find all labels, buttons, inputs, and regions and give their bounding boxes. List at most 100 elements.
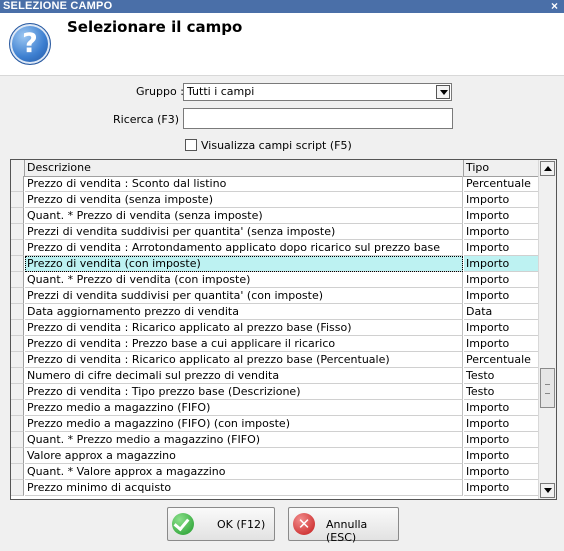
column-divider[interactable] [463, 160, 464, 176]
script-fields-label[interactable]: Visualizza campi script (F5) [201, 139, 352, 152]
cancel-button-label: Annulla (ESC) [326, 518, 368, 544]
cell-type[interactable]: Importo [464, 272, 538, 288]
row-indicator[interactable] [11, 208, 24, 224]
vertical-scrollbar[interactable] [538, 160, 556, 499]
fields-grid[interactable]: Descrizione Tipo Prezzo di vendita : Sco… [10, 159, 557, 500]
cell-description[interactable]: Valore approx a magazzino [25, 448, 463, 464]
table-row[interactable]: Prezzo di vendita : Ricarico applicato a… [11, 320, 538, 336]
row-indicator[interactable] [11, 464, 24, 480]
cancel-x-icon: ✕ [293, 513, 315, 535]
cell-type[interactable]: Importo [464, 288, 538, 304]
cell-description[interactable]: Prezzo di vendita : Ricarico applicato a… [25, 320, 463, 336]
table-row[interactable]: Prezzo di vendita : Arrotondamento appli… [11, 240, 538, 256]
search-input[interactable] [183, 108, 453, 129]
column-header-description[interactable]: Descrizione [27, 161, 91, 174]
table-row[interactable]: Quant. * Valore approx a magazzino Import… [11, 464, 538, 480]
cell-description[interactable]: Quant. * Valore approx a magazzino [25, 464, 463, 480]
row-indicator[interactable] [11, 176, 24, 192]
table-row[interactable]: Prezzo di vendita : Sconto dal listino Pe… [11, 176, 538, 192]
cell-type[interactable]: Testo [464, 384, 538, 400]
row-indicator[interactable] [11, 400, 24, 416]
table-row[interactable]: Quant. * Prezzo di vendita (con imposte)… [11, 272, 538, 288]
close-icon[interactable]: × [551, 0, 558, 13]
cell-type[interactable]: Importo [464, 336, 538, 352]
cell-type[interactable]: Importo [464, 256, 538, 272]
cell-description[interactable]: Quant. * Prezzo medio a magazzino (FIFO) [25, 432, 463, 448]
table-row[interactable]: Data aggiornamento prezzo di vendita Data [11, 304, 538, 320]
table-row[interactable]: Prezzo di vendita : Ricarico applicato a… [11, 352, 538, 368]
row-indicator[interactable] [11, 224, 24, 240]
table-row[interactable]: Quant. * Prezzo di vendita (senza impost… [11, 208, 538, 224]
row-indicator[interactable] [11, 352, 24, 368]
table-row[interactable]: Prezzi di vendita suddivisi per quantita… [11, 224, 538, 240]
cell-type[interactable]: Importo [464, 320, 538, 336]
cell-type[interactable]: Importo [464, 448, 538, 464]
row-indicator[interactable] [11, 384, 24, 400]
cell-description[interactable]: Prezzo di vendita (senza imposte) [25, 192, 463, 208]
table-row[interactable]: Prezzo minimo di acquisto Importo [11, 480, 538, 496]
row-indicator[interactable] [11, 272, 24, 288]
row-indicator[interactable] [11, 240, 24, 256]
table-row[interactable]: Prezzo di vendita (con imposte) Importo [11, 256, 538, 272]
row-indicator[interactable] [11, 304, 24, 320]
cell-type[interactable]: Importo [464, 416, 538, 432]
row-indicator[interactable] [11, 336, 24, 352]
cell-type[interactable]: Data [464, 304, 538, 320]
row-indicator[interactable] [11, 480, 24, 496]
cell-type[interactable]: Importo [464, 464, 538, 480]
row-indicator[interactable] [11, 320, 24, 336]
group-select[interactable]: Tutti i campi [183, 83, 452, 101]
cell-type[interactable]: Percentuale [464, 176, 538, 192]
cell-description[interactable]: Numero di cifre decimali sul prezzo di v… [25, 368, 463, 384]
cell-description[interactable]: Quant. * Prezzo di vendita (con imposte) [25, 272, 463, 288]
cell-description[interactable]: Prezzo minimo di acquisto [25, 480, 463, 496]
cell-type[interactable]: Importo [464, 240, 538, 256]
cell-description[interactable]: Prezzo di vendita : Sconto dal listino [25, 176, 463, 192]
cell-description[interactable]: Quant. * Prezzo di vendita (senza impost… [25, 208, 463, 224]
table-row[interactable]: Prezzo di vendita : Tipo prezzo base (De… [11, 384, 538, 400]
table-row[interactable]: Quant. * Prezzo medio a magazzino (FIFO)… [11, 432, 538, 448]
cell-description[interactable]: Data aggiornamento prezzo di vendita [25, 304, 463, 320]
cell-type[interactable]: Importo [464, 192, 538, 208]
cell-type[interactable]: Testo [464, 368, 538, 384]
cell-description[interactable]: Prezzo medio a magazzino (FIFO) (con imp… [25, 416, 463, 432]
scroll-up-icon[interactable] [540, 161, 555, 176]
cell-description[interactable]: Prezzo di vendita : Prezzo base a cui ap… [25, 336, 463, 352]
row-indicator[interactable] [11, 448, 24, 464]
table-row[interactable]: Prezzo medio a magazzino (FIFO) (con imp… [11, 416, 538, 432]
cell-description[interactable]: Prezzi di vendita suddivisi per quantita… [25, 288, 463, 304]
cell-description[interactable]: Prezzo di vendita : Ricarico applicato a… [25, 352, 463, 368]
cell-type[interactable]: Importo [464, 224, 538, 240]
row-indicator[interactable] [11, 368, 24, 384]
row-indicator[interactable] [11, 288, 24, 304]
window-title: SELEZIONE CAMPO [3, 0, 113, 12]
cell-type[interactable]: Percentuale [464, 352, 538, 368]
table-row[interactable]: Prezzo di vendita : Prezzo base a cui ap… [11, 336, 538, 352]
row-indicator[interactable] [11, 432, 24, 448]
cell-description[interactable]: Prezzi di vendita suddivisi per quantita… [25, 224, 463, 240]
table-row[interactable]: Valore approx a magazzino Importo [11, 448, 538, 464]
cancel-button[interactable]: ✕ Annulla (ESC) [288, 507, 399, 544]
cell-description[interactable]: Prezzo medio a magazzino (FIFO) [25, 400, 463, 416]
row-indicator-header [11, 160, 25, 176]
scrollbar-thumb[interactable] [540, 368, 555, 408]
cell-type[interactable]: Importo [464, 432, 538, 448]
table-row[interactable]: Prezzi di vendita suddivisi per quantita… [11, 288, 538, 304]
table-row[interactable]: Prezzo medio a magazzino (FIFO) Importo [11, 400, 538, 416]
cell-description[interactable]: Prezzo di vendita : Arrotondamento appli… [25, 240, 463, 256]
ok-button[interactable]: OK (F12) [167, 507, 275, 541]
cell-type[interactable]: Importo [464, 400, 538, 416]
scroll-down-icon[interactable] [540, 483, 555, 498]
table-row[interactable]: Prezzo di vendita (senza imposte) Importo [11, 192, 538, 208]
column-header-type[interactable]: Tipo [466, 161, 489, 174]
row-indicator[interactable] [11, 192, 24, 208]
cell-type[interactable]: Importo [464, 480, 538, 496]
chevron-down-icon[interactable] [436, 85, 450, 99]
cell-description[interactable]: Prezzo di vendita : Tipo prezzo base (De… [25, 384, 463, 400]
script-fields-checkbox[interactable] [185, 139, 197, 151]
cell-description[interactable]: Prezzo di vendita (con imposte) [25, 256, 463, 272]
row-indicator[interactable] [11, 416, 24, 432]
row-indicator[interactable] [11, 256, 24, 272]
cell-type[interactable]: Importo [464, 208, 538, 224]
table-row[interactable]: Numero di cifre decimali sul prezzo di v… [11, 368, 538, 384]
